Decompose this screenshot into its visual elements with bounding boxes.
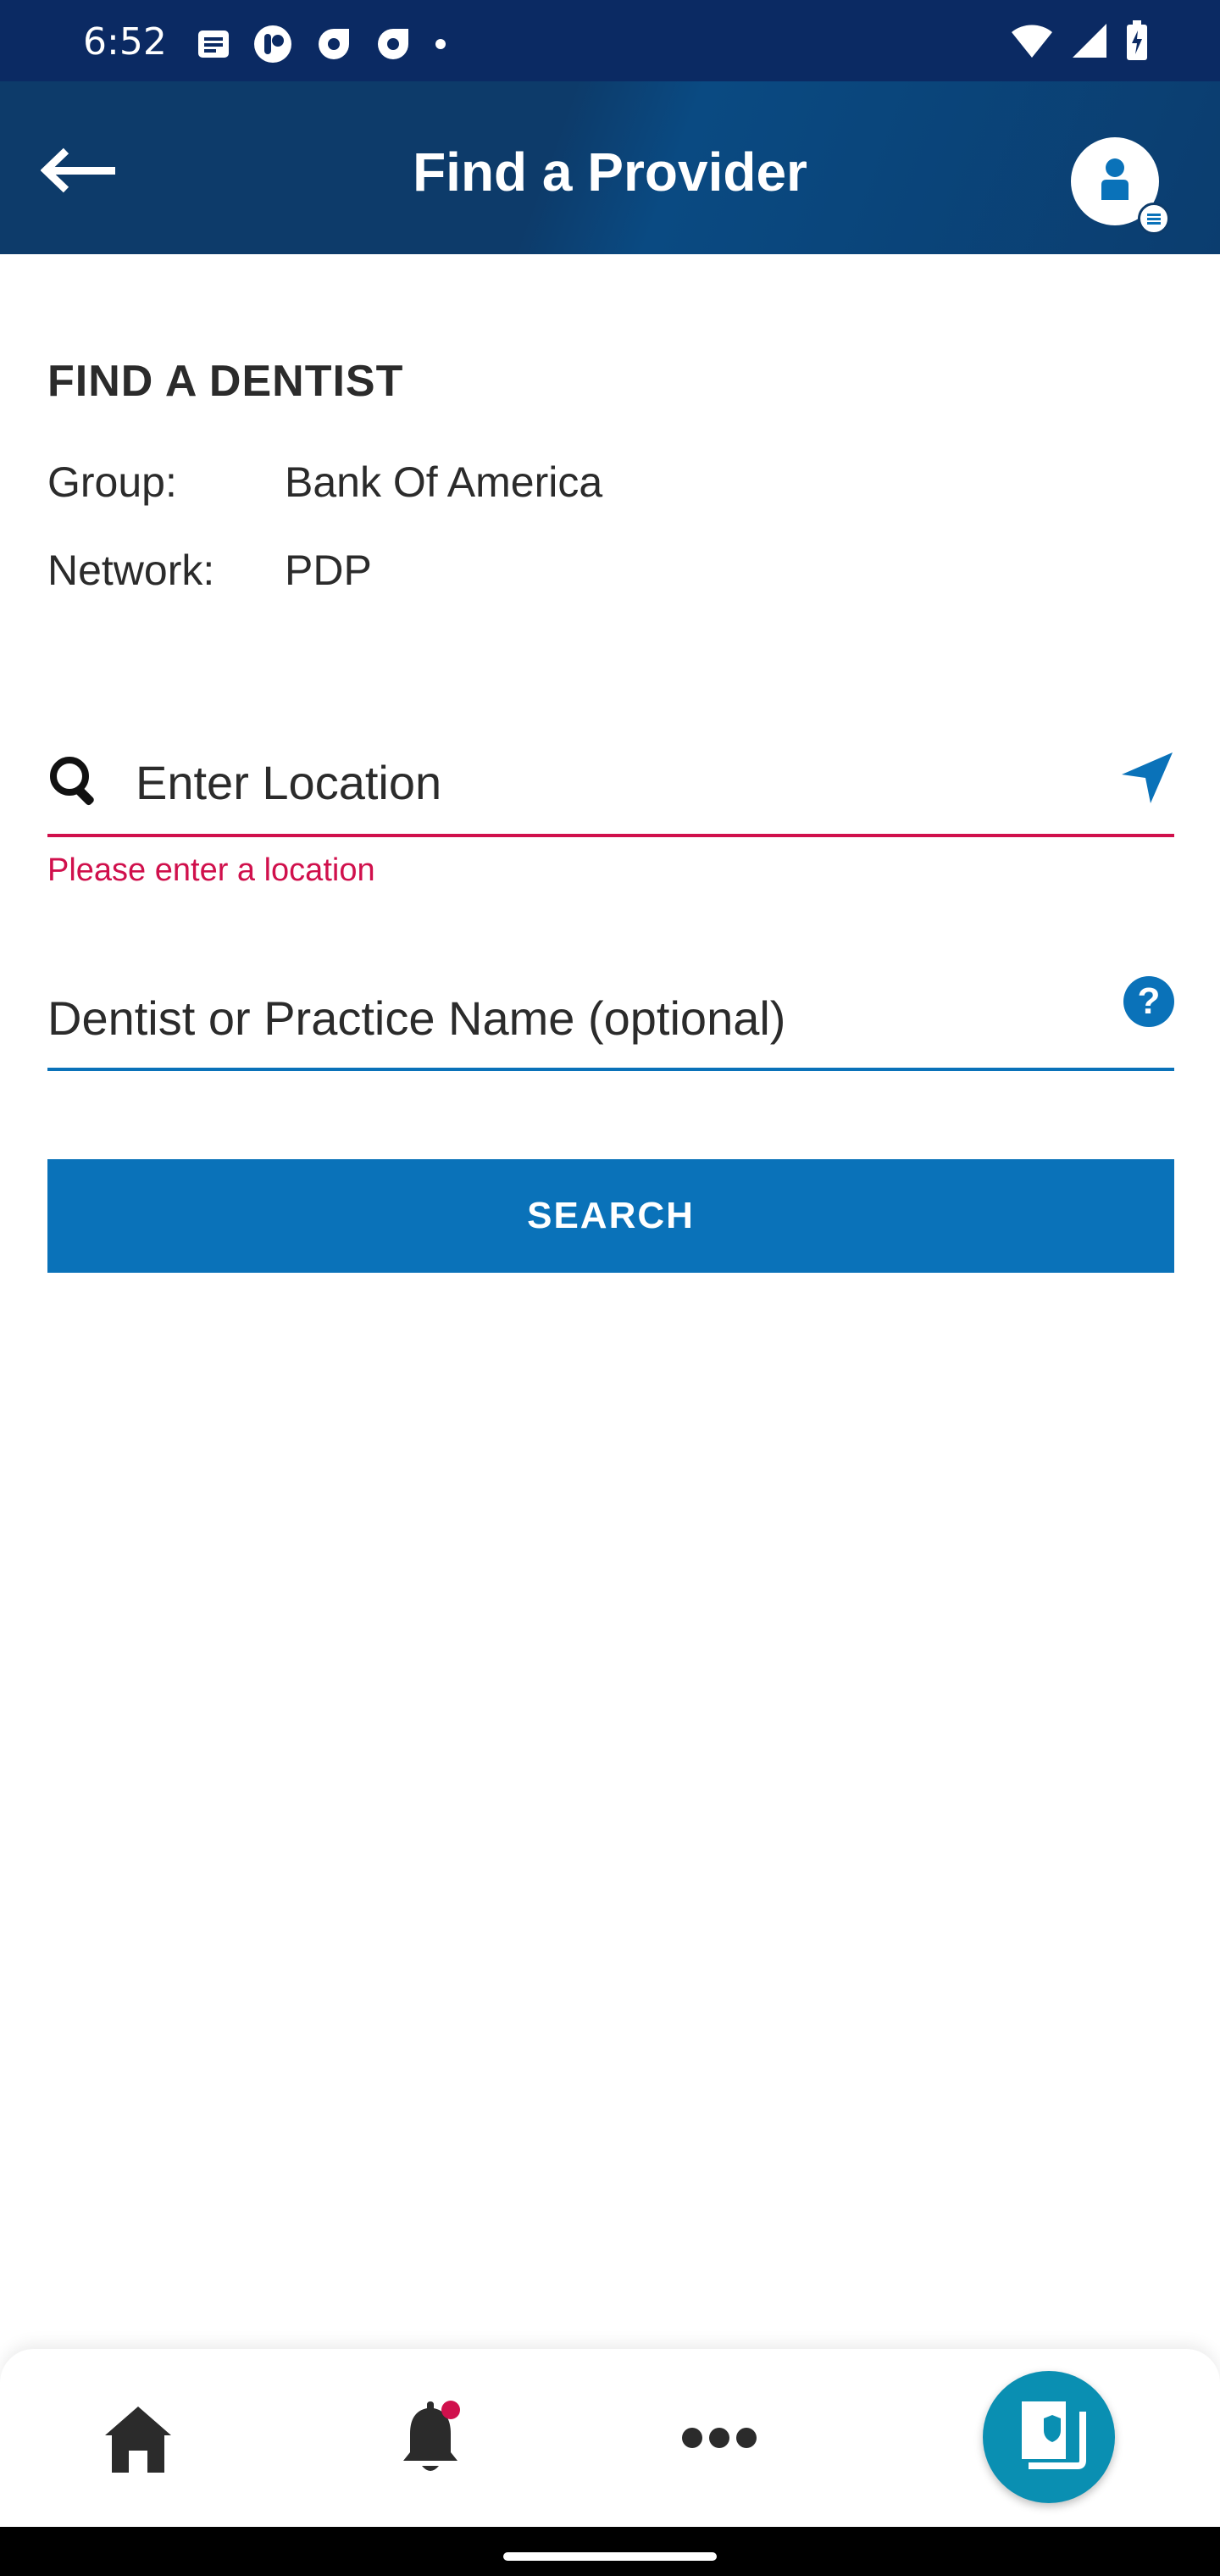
- status-bar: 6:52: [0, 0, 1220, 81]
- app-notification-icon: [254, 25, 291, 63]
- network-label: Network:: [47, 547, 215, 594]
- more-icon: [682, 2428, 757, 2448]
- location-input[interactable]: [136, 751, 1068, 813]
- app-notification-icon: [378, 29, 408, 59]
- message-icon: [198, 31, 229, 58]
- menu-lines-icon: [1147, 214, 1161, 225]
- signal-icon: [1073, 24, 1106, 58]
- search-button[interactable]: SEARCH: [47, 1159, 1174, 1273]
- nav-more-button[interactable]: [681, 2425, 757, 2455]
- section-title: FIND A DENTIST: [47, 357, 404, 406]
- status-time: 6:52: [83, 20, 167, 64]
- home-icon: [105, 2407, 171, 2473]
- current-location-icon[interactable]: [1120, 751, 1174, 805]
- group-label: Group:: [47, 458, 177, 506]
- nav-notifications-button[interactable]: [395, 2400, 468, 2482]
- status-system-icons: [1010, 20, 1149, 61]
- dot-icon: [435, 39, 446, 49]
- id-card-button[interactable]: [983, 2371, 1115, 2503]
- provider-name-input[interactable]: [47, 986, 1064, 1049]
- network-value: PDP: [285, 547, 372, 594]
- location-error-text: Please enter a location: [47, 852, 375, 888]
- provider-name-field: ?: [47, 964, 1174, 1071]
- group-value: Bank Of America: [285, 458, 603, 506]
- battery-icon: [1127, 20, 1147, 60]
- location-field: [47, 734, 1174, 837]
- bell-icon: [403, 2401, 460, 2471]
- search-icon: [50, 757, 94, 806]
- home-gesture-handle[interactable]: [503, 2552, 717, 2561]
- app-bar: Find a Provider: [0, 81, 1220, 254]
- nav-home-button[interactable]: [102, 2403, 175, 2480]
- gesture-bar: [0, 2527, 1220, 2576]
- status-notification-icons: [197, 24, 447, 64]
- page-title: Find a Provider: [413, 142, 807, 203]
- wifi-icon: [1012, 25, 1052, 58]
- menu-badge-icon[interactable]: [1138, 203, 1170, 235]
- app-notification-icon: [319, 29, 349, 59]
- id-card-icon: [1022, 2401, 1086, 2469]
- help-icon[interactable]: ?: [1123, 976, 1174, 1027]
